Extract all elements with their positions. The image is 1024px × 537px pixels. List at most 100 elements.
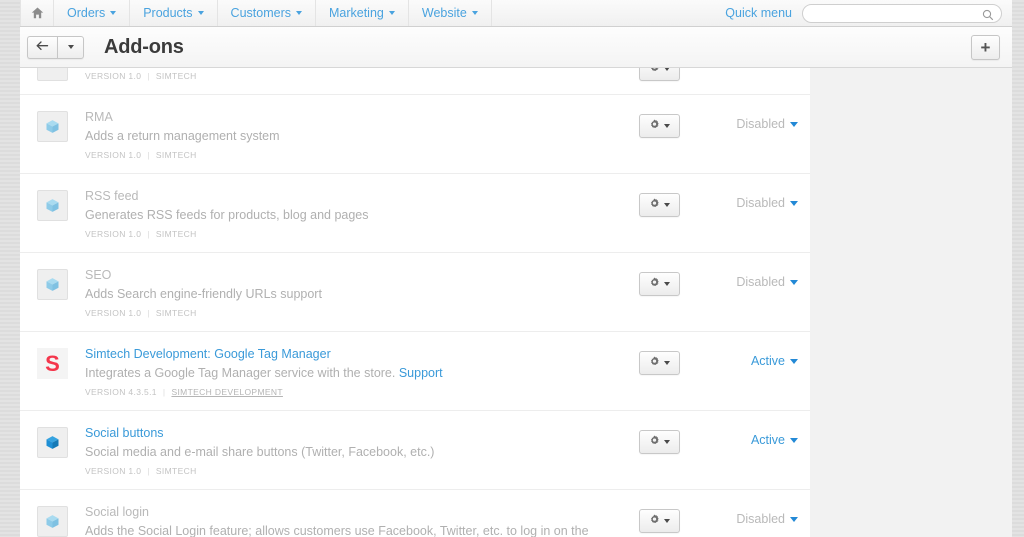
nav-item-products[interactable]: Products: [130, 0, 218, 26]
gear-icon: [649, 196, 660, 214]
addon-icon-cell: [20, 504, 85, 537]
addon-name: RMA: [85, 110, 113, 124]
addon-meta: VERSION 1.0 | SIMTECH: [85, 308, 599, 318]
addon-name[interactable]: Social buttons: [85, 425, 599, 442]
addon-row[interactable]: VERSION 1.0 | SIMTECH: [20, 68, 810, 95]
toolbar-actions: +: [971, 34, 1012, 60]
meta-separator: |: [147, 308, 150, 318]
chevron-down-icon: [790, 516, 798, 522]
addon-settings-button[interactable]: [638, 272, 680, 296]
addon-description: Adds a return management system: [85, 129, 280, 143]
addon-version: VERSION 1.0: [85, 466, 142, 476]
chevron-down-icon: [663, 203, 670, 207]
addon-settings-cell: [613, 188, 705, 217]
addon-name: Social login: [85, 505, 149, 519]
chevron-down-icon: [790, 200, 798, 206]
cube-icon: [37, 190, 68, 221]
search-icon: [982, 8, 994, 26]
add-addon-button[interactable]: +: [971, 34, 1000, 60]
gear-icon: [649, 68, 660, 78]
addon-settings-button[interactable]: [638, 509, 680, 533]
addon-settings-button[interactable]: [638, 68, 680, 81]
addon-settings-cell: [613, 504, 705, 533]
addon-version: VERSION 1.0: [85, 229, 142, 239]
cube-icon: [37, 427, 68, 458]
quick-menu-link[interactable]: Quick menu: [725, 6, 792, 20]
nav-label-marketing: Marketing: [328, 6, 384, 20]
addon-status-dropdown[interactable]: Disabled: [705, 267, 810, 289]
addon-name: SEO: [85, 268, 112, 282]
gear-icon: [649, 117, 660, 135]
back-button-group: [27, 35, 84, 59]
addon-row[interactable]: SEO Adds Search engine-friendly URLs supp…: [20, 253, 810, 332]
addon-description: Generates RSS feeds for products, blog a…: [85, 208, 369, 222]
addon-status-label: Disabled: [736, 196, 785, 210]
addon-status-dropdown[interactable]: Disabled: [705, 504, 810, 526]
meta-separator: |: [147, 466, 150, 476]
top-navigation-bar: Orders Products Customers Marketing Webs…: [0, 0, 1024, 27]
addon-status-label: Disabled: [736, 275, 785, 289]
addon-description: Adds Search engine-friendly URLs support: [85, 287, 322, 301]
addon-status-dropdown[interactable]: Active: [705, 346, 810, 368]
addon-icon-cell: S: [20, 346, 85, 379]
addon-description: Integrates a Google Tag Manager service …: [85, 366, 443, 380]
addon-version: VERSION 4.3.5.1: [85, 387, 157, 397]
addon-version: VERSION 1.0: [85, 308, 142, 318]
addon-info: VERSION 1.0 | SIMTECH: [85, 68, 613, 81]
gear-icon: [649, 275, 660, 293]
addon-icon-cell: [20, 425, 85, 458]
addon-row[interactable]: Social buttons Social media and e-mail sh…: [20, 411, 810, 490]
addon-status-dropdown[interactable]: Active: [705, 425, 810, 447]
addon-name[interactable]: Simtech Development: Google Tag Manager: [85, 346, 599, 363]
addon-meta: VERSION 1.0 | SIMTECH: [85, 150, 599, 160]
addon-settings-cell: [613, 109, 705, 138]
cube-icon: [37, 68, 68, 81]
chevron-down-icon: [110, 11, 117, 15]
plus-icon: +: [980, 37, 991, 57]
addon-status-label: Active: [750, 354, 785, 368]
addon-settings-cell: [613, 68, 705, 81]
addon-meta: VERSION 4.3.5.1 | SIMTECH DEVELOPMENT: [85, 387, 599, 397]
addon-status-dropdown: [705, 73, 810, 81]
nav-item-website[interactable]: Website: [409, 0, 492, 26]
addon-meta: VERSION 1.0 | SIMTECH: [85, 71, 599, 81]
nav-item-customers[interactable]: Customers: [218, 0, 316, 26]
addon-settings-button[interactable]: [638, 193, 680, 217]
nav-label-website: Website: [421, 6, 467, 20]
chevron-down-icon: [663, 124, 670, 128]
support-link[interactable]: Support: [399, 366, 443, 380]
nav-label-customers: Customers: [230, 6, 291, 20]
addon-icon-cell: [20, 68, 85, 81]
home-icon: [31, 7, 44, 19]
addon-settings-button[interactable]: [638, 430, 680, 454]
addon-status-dropdown[interactable]: Disabled: [705, 109, 810, 131]
addon-row[interactable]: Social login Adds the Social Login featur…: [20, 490, 810, 537]
addon-row[interactable]: RMA Adds a return management system VERSIO…: [20, 95, 810, 174]
addon-settings-button[interactable]: [638, 114, 680, 138]
addon-vendor: SIMTECH: [155, 71, 197, 81]
chevron-down-icon: [471, 11, 478, 15]
chevron-down-icon: [790, 358, 798, 364]
addon-settings-cell: [613, 425, 705, 454]
cube-icon: [37, 269, 68, 300]
meta-separator: |: [147, 71, 150, 81]
addon-row[interactable]: S Simtech Development: Google Tag Manager…: [20, 332, 810, 411]
search-box[interactable]: [802, 3, 1002, 26]
gear-icon: [649, 433, 660, 451]
search-input[interactable]: [803, 6, 1001, 23]
back-arrow-icon: [36, 38, 49, 56]
addon-status-dropdown[interactable]: Disabled: [705, 188, 810, 210]
meta-separator: |: [147, 229, 150, 239]
chevron-down-icon: [67, 45, 74, 49]
cube-icon: [37, 506, 68, 537]
addon-vendor[interactable]: SIMTECH DEVELOPMENT: [171, 387, 283, 397]
addon-info: Simtech Development: Google Tag Manager I…: [85, 346, 613, 397]
home-button[interactable]: [20, 0, 54, 26]
back-button[interactable]: [27, 35, 57, 59]
addon-row[interactable]: RSS feed Generates RSS feeds for products…: [20, 174, 810, 253]
nav-item-orders[interactable]: Orders: [54, 0, 131, 26]
nav-item-marketing[interactable]: Marketing: [316, 0, 409, 26]
gear-icon: [649, 354, 660, 372]
back-dropdown-button[interactable]: [57, 35, 84, 59]
addon-settings-button[interactable]: [638, 351, 680, 375]
